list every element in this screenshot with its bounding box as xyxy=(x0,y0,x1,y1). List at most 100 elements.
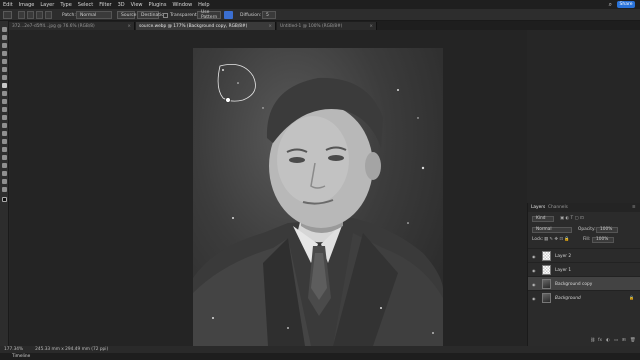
kind-label: Kind xyxy=(536,216,546,221)
layer-thumbnail xyxy=(542,251,551,261)
foreground-color-swatch[interactable] xyxy=(2,197,7,202)
patch-mode-select[interactable]: Normal xyxy=(76,11,112,19)
close-icon[interactable]: × xyxy=(369,24,373,29)
diffusion-input[interactable]: 5 xyxy=(262,11,276,19)
eyedropper-tool-icon[interactable] xyxy=(2,75,7,80)
document-size: 245.33 mm x 294.49 mm (72 ppi) xyxy=(35,347,109,352)
pen-tool-icon[interactable] xyxy=(2,147,7,152)
close-icon[interactable]: × xyxy=(268,24,272,29)
zoom-tool-icon[interactable] xyxy=(2,187,7,192)
history-brush-tool-icon[interactable] xyxy=(2,107,7,112)
document-tabs: 372...2e7-d5ff4...jpg @ 76.6% (RGB/8) × … xyxy=(9,21,640,30)
menu-3d[interactable]: 3D xyxy=(118,2,125,8)
menu-type[interactable]: Type xyxy=(60,2,71,8)
close-icon[interactable]: × xyxy=(127,24,131,29)
brush-tool-icon[interactable] xyxy=(2,91,7,96)
menu-filter[interactable]: Filter xyxy=(99,2,111,8)
kind-filter-select[interactable]: Kind xyxy=(532,215,554,222)
menu-image[interactable]: Image xyxy=(19,2,35,8)
quick-select-tool-icon[interactable] xyxy=(2,51,7,56)
visibility-eye-icon[interactable]: ◉ xyxy=(532,268,536,273)
patch-tool-icon[interactable] xyxy=(3,11,12,19)
timeline-label[interactable]: Timeline xyxy=(12,354,30,359)
layer-thumbnail xyxy=(542,279,551,289)
healing-tool-icon[interactable] xyxy=(2,83,7,88)
zoom-level[interactable]: 177.34% xyxy=(4,347,23,352)
opacity-input[interactable]: 100% xyxy=(596,226,618,233)
intersect-selection-icon[interactable] xyxy=(45,11,52,19)
marquee-tool-icon[interactable] xyxy=(2,35,7,40)
type-tool-icon[interactable] xyxy=(2,155,7,160)
new-layer-icon[interactable]: ⊞ xyxy=(622,338,626,344)
gradient-tool-icon[interactable] xyxy=(2,123,7,128)
menu-plugins[interactable]: Plugins xyxy=(149,2,167,8)
opacity-label: Opacity: xyxy=(578,227,596,232)
blend-row: Normal Opacity: 100% xyxy=(528,225,640,234)
photo-canvas[interactable] xyxy=(193,48,443,346)
diffusion-value: 5 xyxy=(266,12,269,18)
layer-name: Background xyxy=(555,295,581,301)
tab-layers[interactable]: Layers xyxy=(531,205,545,210)
tab-document-2[interactable]: source.webp @ 177% (Background copy, RGB… xyxy=(136,22,276,30)
move-tool-icon[interactable] xyxy=(2,27,7,32)
tab-label: source.webp @ 177% (Background copy, RGB… xyxy=(139,23,248,29)
source-button[interactable]: Source xyxy=(117,11,136,19)
link-layers-icon[interactable]: ⛓ xyxy=(590,338,595,344)
layer-actions: ⛓ fx ◐ ▭ ⊞ 🗑 xyxy=(528,336,640,345)
add-selection-icon[interactable] xyxy=(27,11,34,19)
path-select-tool-icon[interactable] xyxy=(2,163,7,168)
menu-view[interactable]: View xyxy=(131,2,143,8)
destination-button[interactable]: Destination xyxy=(137,11,167,19)
blur-tool-icon[interactable] xyxy=(2,131,7,136)
layer-name: Layer 2 xyxy=(555,253,572,259)
dodge-tool-icon[interactable] xyxy=(2,139,7,144)
fx-icon[interactable]: fx xyxy=(598,338,602,344)
layer-row[interactable]: ◉ Background 🔒 xyxy=(528,290,640,304)
lock-label: Lock: xyxy=(532,237,544,242)
new-group-icon[interactable]: ▭ xyxy=(614,338,618,344)
fill-input[interactable]: 100% xyxy=(592,236,614,243)
mask-icon[interactable]: ◐ xyxy=(606,338,610,344)
transparent-checkbox[interactable] xyxy=(163,12,168,18)
filter-row: Kind ▣ ◐ T ▢ ⊡ xyxy=(528,214,640,223)
visibility-eye-icon[interactable]: ◉ xyxy=(532,282,536,287)
layer-name: Background copy xyxy=(555,281,593,287)
visibility-eye-icon[interactable]: ◉ xyxy=(532,296,536,301)
clone-stamp-tool-icon[interactable] xyxy=(2,99,7,104)
tab-document-1[interactable]: 372...2e7-d5ff4...jpg @ 76.6% (RGB/8) × xyxy=(9,22,135,30)
menu-help[interactable]: Help xyxy=(198,2,209,8)
share-button[interactable]: Share xyxy=(617,1,635,8)
patch-mode-value: Normal xyxy=(80,12,97,18)
visibility-eye-icon[interactable]: ◉ xyxy=(532,254,536,259)
menu-layer[interactable]: Layer xyxy=(40,2,54,8)
timeline-panel: Timeline xyxy=(0,353,640,360)
new-selection-icon[interactable] xyxy=(18,11,25,19)
crop-tool-icon[interactable] xyxy=(2,59,7,64)
panel-menu-icon[interactable]: ≡ xyxy=(632,205,636,210)
use-pattern-button[interactable]: Use Pattern xyxy=(197,10,221,20)
fill-value: 100% xyxy=(596,237,609,242)
lasso-tool-icon[interactable] xyxy=(2,43,7,48)
menu-edit[interactable]: Edit xyxy=(3,2,13,8)
menu-select[interactable]: Select xyxy=(78,2,93,8)
fill-label: Fill: xyxy=(583,237,591,242)
shape-tool-icon[interactable] xyxy=(2,171,7,176)
frame-tool-icon[interactable] xyxy=(2,67,7,72)
tab-channels[interactable]: Channels xyxy=(548,205,568,210)
pattern-picker-icon[interactable] xyxy=(224,11,233,19)
filter-icons[interactable]: ▣ ◐ T ▢ ⊡ xyxy=(560,216,584,222)
eraser-tool-icon[interactable] xyxy=(2,115,7,120)
trash-icon[interactable]: 🗑 xyxy=(630,338,635,344)
subtract-selection-icon[interactable] xyxy=(36,11,43,19)
tab-document-3[interactable]: Untitled-1 @ 100% (RGB/8#) × xyxy=(277,22,377,30)
portrait-image xyxy=(193,63,443,346)
menu-window[interactable]: Window xyxy=(172,2,192,8)
search-icon[interactable]: ⌕ xyxy=(609,1,612,9)
layer-row[interactable]: ◉ Layer 1 xyxy=(528,262,640,276)
layer-row[interactable]: ◉ Layer 2 xyxy=(528,248,640,262)
diffusion-label: Diffusion: xyxy=(240,12,262,18)
layer-row[interactable]: ◉ Background copy xyxy=(528,276,640,290)
hand-tool-icon[interactable] xyxy=(2,179,7,184)
blend-mode-select[interactable]: Normal xyxy=(532,226,572,233)
lock-icons[interactable]: ▦ ✎ ✥ ⊡ 🔒 xyxy=(544,237,570,243)
